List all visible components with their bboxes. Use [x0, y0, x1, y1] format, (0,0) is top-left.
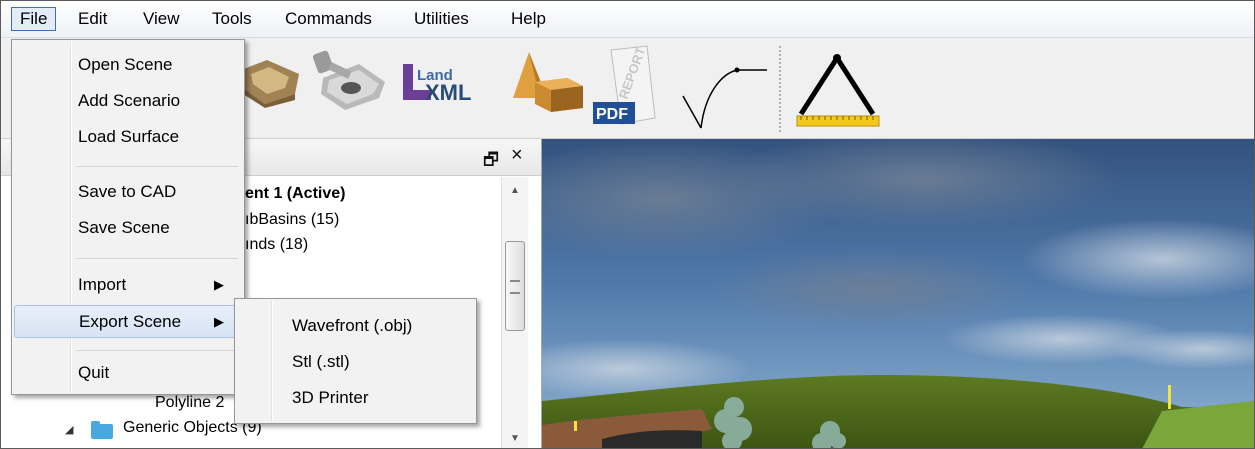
svg-text:PDF: PDF	[596, 106, 628, 123]
menu-commands[interactable]: Commands	[277, 7, 380, 31]
menu-item-3d-printer[interactable]: 3D Printer	[237, 381, 473, 414]
export-submenu: Wavefront (.obj) Stl (.stl) 3D Printer	[234, 298, 477, 424]
app-window: File Edit View Tools Commands Utilities …	[0, 0, 1255, 449]
tree-item-scenario[interactable]: ent 1 (Active)	[245, 185, 345, 203]
menu-file[interactable]: File	[11, 7, 57, 31]
menu-item-stl[interactable]: Stl (.stl)	[237, 345, 473, 378]
menu-tools[interactable]: Tools	[204, 7, 260, 31]
menu-bar: File Edit View Tools Commands Utilities …	[1, 1, 1254, 38]
panel-restore-icon[interactable]: 🗗	[483, 147, 499, 176]
menu-item-open-scene[interactable]: Open Scene	[14, 48, 242, 81]
menu-item-quit[interactable]: Quit	[14, 356, 242, 389]
inlet-structure-icon[interactable]	[309, 48, 389, 117]
menu-item-save-scene[interactable]: Save Scene	[14, 211, 242, 244]
menu-utilities[interactable]: Utilities	[406, 7, 477, 31]
submenu-arrow-icon: ▶	[214, 277, 224, 292]
panel-close-icon[interactable]: ×	[511, 144, 523, 167]
menu-item-add-scenario[interactable]: Add Scenario	[14, 84, 242, 117]
grip-icon	[510, 280, 520, 294]
file-menu: Open Scene Add Scenario Load Surface Sav…	[11, 39, 245, 395]
menu-separator	[76, 258, 238, 259]
menu-help[interactable]: Help	[503, 7, 554, 31]
solid-shapes-icon[interactable]	[507, 48, 587, 119]
tree-scrollbar[interactable]: ▲ ▼	[501, 177, 528, 448]
curve-icon[interactable]	[677, 56, 769, 135]
tree-item-polyline[interactable]: Polyline 2	[155, 394, 224, 412]
expand-arrow-icon[interactable]: ◢	[65, 423, 73, 436]
menu-item-save-to-cad[interactable]: Save to CAD	[14, 175, 242, 208]
tree-item-subbasins[interactable]: ıbBasins (15)	[245, 211, 339, 229]
toolbar-separator	[779, 46, 781, 132]
menu-separator	[76, 166, 238, 167]
submenu-arrow-icon: ▶	[214, 314, 224, 329]
menu-item-export-scene[interactable]: Export Scene	[14, 305, 240, 338]
menu-item-wavefront[interactable]: Wavefront (.obj)	[237, 309, 473, 342]
scroll-thumb[interactable]	[505, 241, 525, 331]
measure-icon[interactable]	[793, 52, 883, 135]
tree-item-ponds[interactable]: ınds (18)	[245, 236, 308, 254]
folder-icon	[91, 421, 113, 439]
menu-separator	[76, 350, 238, 351]
basin-icon[interactable]	[237, 50, 307, 115]
3d-viewport[interactable]	[542, 139, 1254, 448]
scene-render	[542, 139, 1254, 448]
menu-item-import[interactable]: Import	[14, 268, 242, 301]
scroll-up-icon[interactable]: ▲	[502, 181, 528, 201]
svg-text:XML: XML	[425, 80, 471, 104]
landxml-icon[interactable]: Land XML	[403, 60, 495, 109]
pdf-report-icon[interactable]: REPORT PDF	[591, 44, 661, 137]
menu-edit[interactable]: Edit	[70, 7, 115, 31]
menu-item-load-surface[interactable]: Load Surface	[14, 120, 242, 153]
menu-view[interactable]: View	[135, 7, 188, 31]
scroll-down-icon[interactable]: ▼	[502, 429, 528, 448]
